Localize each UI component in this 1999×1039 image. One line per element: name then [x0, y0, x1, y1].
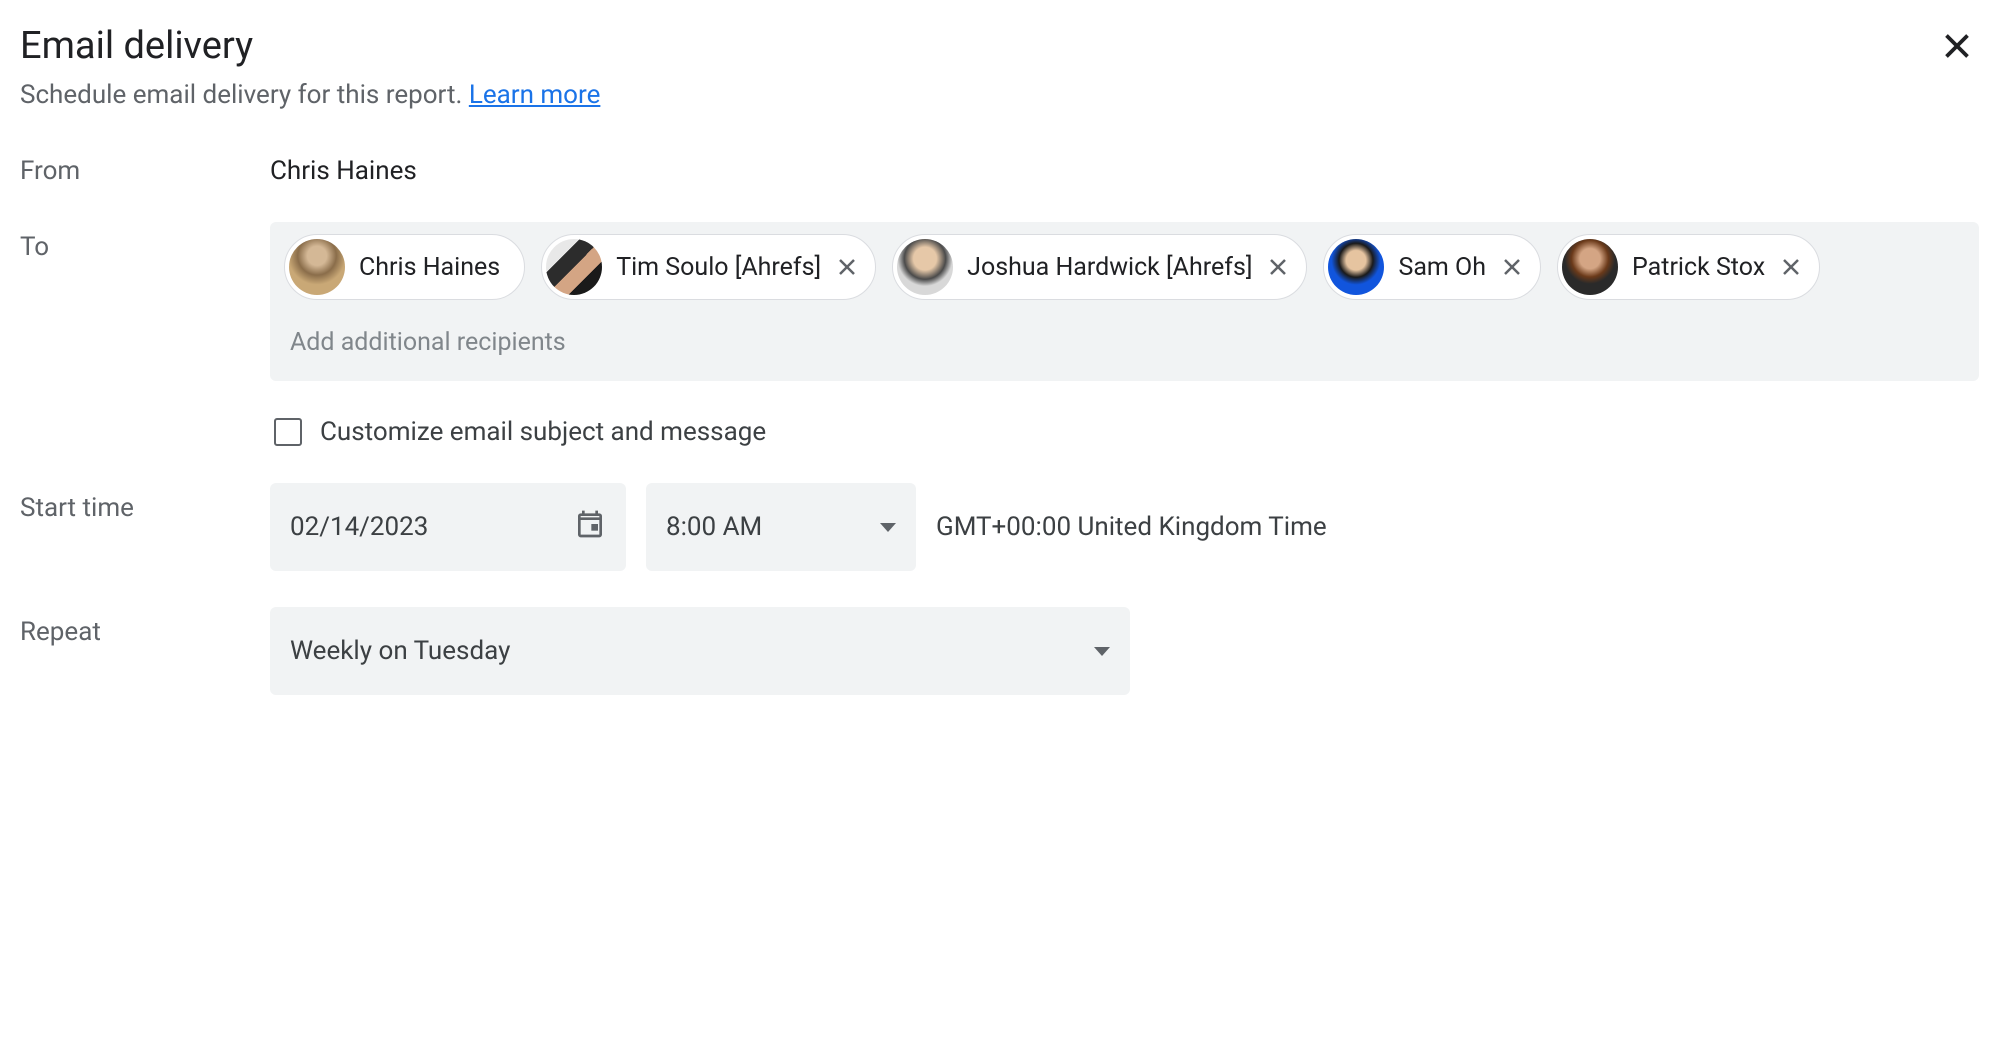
recipient-name: Joshua Hardwick [Ahrefs] [967, 253, 1252, 282]
recipient-name: Patrick Stox [1632, 253, 1765, 282]
empty-label [20, 417, 270, 427]
close-icon [1266, 255, 1290, 279]
chevron-down-icon [1094, 647, 1110, 656]
avatar [1328, 239, 1384, 295]
recipient-chip[interactable]: Patrick Stox [1557, 234, 1820, 300]
calendar-icon [574, 508, 606, 547]
date-input[interactable]: 02/14/2023 [270, 483, 626, 571]
close-icon [835, 255, 859, 279]
repeat-value: Weekly on Tuesday [290, 636, 510, 666]
add-recipients-input[interactable] [284, 316, 664, 369]
time-value: 8:00 AM [666, 512, 762, 542]
avatar [1562, 239, 1618, 295]
repeat-select[interactable]: Weekly on Tuesday [270, 607, 1130, 695]
close-icon [1939, 28, 1975, 64]
customize-checkbox[interactable] [274, 418, 302, 446]
recipient-name: Sam Oh [1398, 253, 1486, 282]
recipient-name: Tim Soulo [Ahrefs] [616, 253, 821, 282]
date-value: 02/14/2023 [290, 512, 428, 542]
avatar [897, 239, 953, 295]
close-icon [1779, 255, 1803, 279]
recipient-chip[interactable]: Tim Soulo [Ahrefs] [541, 234, 876, 300]
subtitle-text: Schedule email delivery for this report. [20, 80, 469, 110]
remove-recipient-button[interactable] [1266, 255, 1290, 279]
recipient-chip[interactable]: Chris Haines [284, 234, 525, 300]
recipient-name: Chris Haines [359, 253, 500, 282]
timezone-text: GMT+00:00 United Kingdom Time [936, 512, 1327, 542]
to-label: To [20, 222, 270, 262]
dialog-subtitle: Schedule email delivery for this report.… [20, 80, 1979, 110]
remove-recipient-button[interactable] [835, 255, 859, 279]
dialog-title: Email delivery [20, 24, 253, 68]
customize-label: Customize email subject and message [320, 417, 766, 447]
recipients-container[interactable]: Chris Haines Tim Soulo [Ahrefs] Joshua H… [270, 222, 1979, 381]
close-icon [1500, 255, 1524, 279]
time-select[interactable]: 8:00 AM [646, 483, 916, 571]
from-label: From [20, 146, 270, 186]
remove-recipient-button[interactable] [1779, 255, 1803, 279]
chevron-down-icon [880, 523, 896, 532]
close-button[interactable] [1935, 24, 1979, 72]
customize-checkbox-row[interactable]: Customize email subject and message [270, 417, 1979, 447]
repeat-label: Repeat [20, 607, 270, 647]
remove-recipient-button[interactable] [1500, 255, 1524, 279]
avatar [546, 239, 602, 295]
recipient-chip[interactable]: Sam Oh [1323, 234, 1541, 300]
start-time-label: Start time [20, 483, 270, 523]
learn-more-link[interactable]: Learn more [469, 80, 601, 110]
avatar [289, 239, 345, 295]
recipient-chip[interactable]: Joshua Hardwick [Ahrefs] [892, 234, 1307, 300]
from-value: Chris Haines [270, 146, 1979, 186]
